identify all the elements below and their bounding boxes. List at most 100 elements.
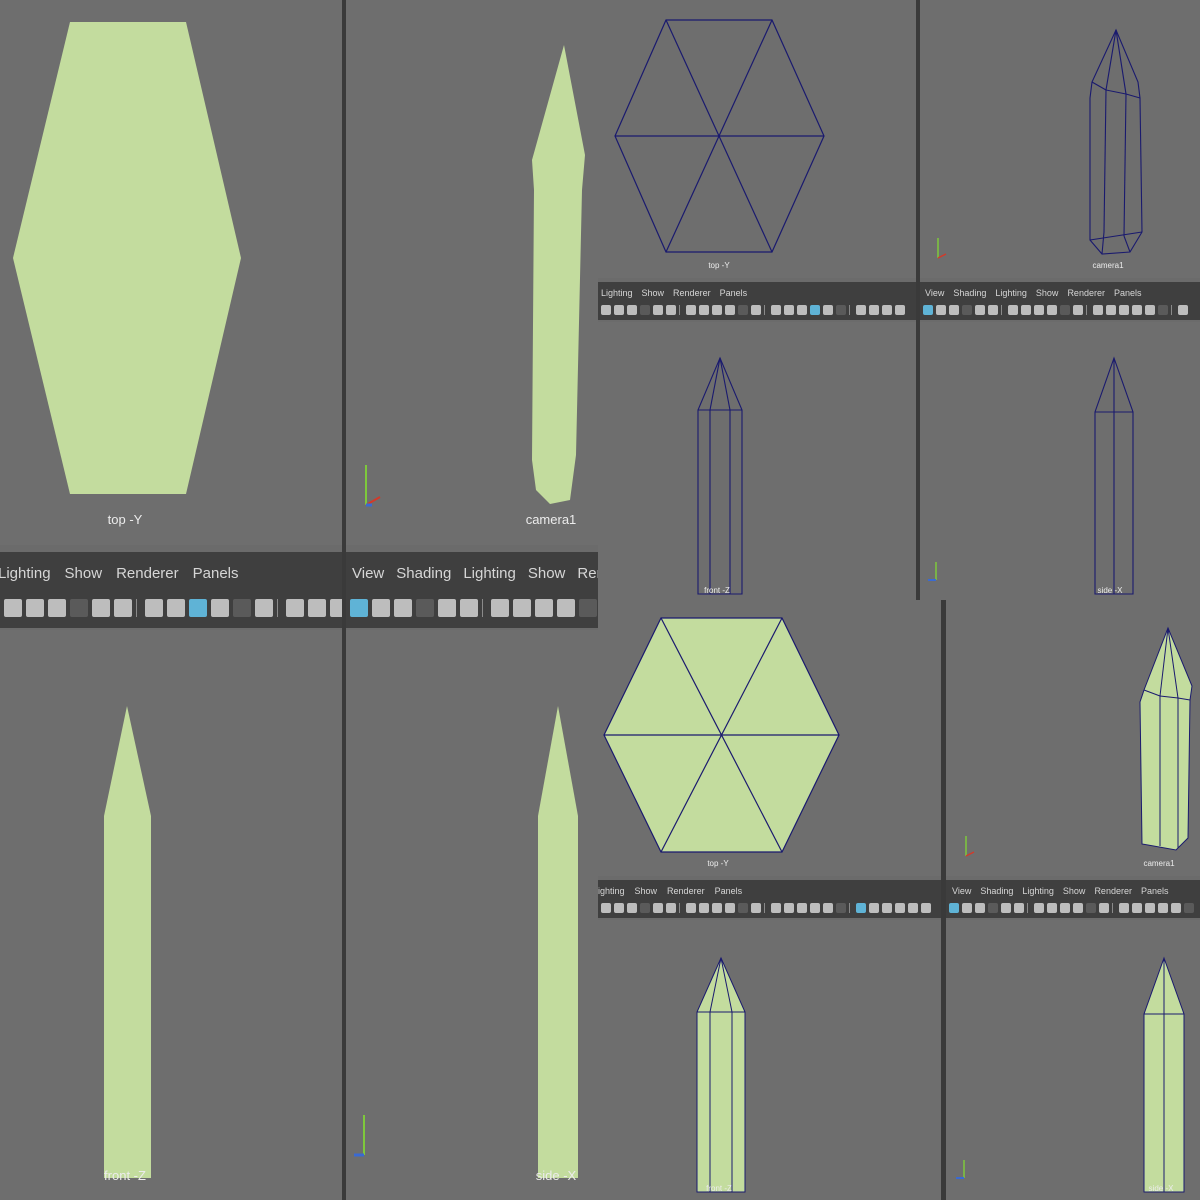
menu-lighting[interactable]: Lighting [601,288,633,298]
resolution-gate-icon[interactable] [686,305,696,315]
menu-shading[interactable]: Shading [953,288,986,298]
safe-area-icon[interactable] [699,305,709,315]
viewport-side-shaded-large[interactable]: side -X [346,630,598,1200]
smooth-shade-icon[interactable] [1073,903,1083,913]
grid-icon[interactable] [653,903,663,913]
lights-icon[interactable] [751,903,761,913]
viewport-front-shaded-large[interactable]: front -Z [0,630,342,1200]
resolution-gate-icon[interactable] [1034,903,1044,913]
xray-icon[interactable] [1132,305,1142,315]
menu-renderer[interactable]: Renderer [1094,886,1132,896]
textured-icon[interactable] [233,599,251,617]
camera-attr-icon[interactable] [936,305,946,315]
menu-view[interactable]: View [352,565,384,582]
xray-icon[interactable] [810,903,820,913]
film-gate-icon[interactable] [666,305,676,315]
safe-area-icon[interactable] [1047,903,1057,913]
viewport-side-wireframe[interactable]: side -X [920,322,1200,600]
resolution-gate-icon[interactable] [145,599,163,617]
lights-icon[interactable] [751,305,761,315]
image-plane-icon[interactable] [869,903,879,913]
ambient-occlusion-icon[interactable] [1106,305,1116,315]
viewport-front-shaded-wire[interactable]: front -Z [598,920,941,1200]
grid-icon[interactable] [92,599,110,617]
menu-lighting[interactable]: Lighting [463,565,516,582]
resolution-gate-icon[interactable] [491,599,509,617]
smooth-shade-icon[interactable] [557,599,575,617]
image-plane-icon[interactable] [70,599,88,617]
camera-icon[interactable] [1145,305,1155,315]
wireframe-icon[interactable] [1060,903,1070,913]
image-plane-icon[interactable] [869,305,879,315]
isolate-icon[interactable] [797,903,807,913]
menu-renderer[interactable]: Renderer [667,886,705,896]
viewport-front-wireframe[interactable]: front -Z [598,322,916,600]
grid-icon[interactable] [1001,903,1011,913]
isolate-icon[interactable] [797,305,807,315]
menu-show[interactable]: Show [528,565,566,582]
wireframe-icon[interactable] [189,599,207,617]
bookmark-icon[interactable] [975,903,985,913]
ambient-occlusion-icon[interactable] [784,305,794,315]
menu-show[interactable]: Show [1036,288,1059,298]
lights-icon[interactable] [1073,305,1083,315]
safe-area-icon[interactable] [921,903,931,913]
camera-icon[interactable] [949,903,959,913]
lights-icon[interactable] [255,599,273,617]
film-gate-icon[interactable] [895,305,905,315]
menu-show[interactable]: Show [65,565,103,582]
safe-area-icon[interactable] [167,599,185,617]
image-plane-icon[interactable] [640,305,650,315]
textured-icon[interactable] [1086,903,1096,913]
menu-renderer[interactable]: Renderer [1067,288,1105,298]
ambient-occlusion-icon[interactable] [1132,903,1142,913]
film-gate-icon[interactable] [460,599,478,617]
wireframe-icon[interactable] [712,903,722,913]
menu-panels[interactable]: Panels [1114,288,1142,298]
camera-icon[interactable] [823,903,833,913]
camera-icon[interactable] [601,903,611,913]
camera-icon[interactable] [1171,903,1181,913]
shadows-icon[interactable] [771,305,781,315]
isolate-icon[interactable] [1145,903,1155,913]
camera-attr-icon[interactable] [26,599,44,617]
film-gate-icon[interactable] [1014,903,1024,913]
menu-show[interactable]: Show [635,886,658,896]
menu-view[interactable]: View [952,886,971,896]
smooth-shade-icon[interactable] [725,903,735,913]
camera-icon[interactable] [823,305,833,315]
textured-icon[interactable] [1060,305,1070,315]
safe-area-icon[interactable] [513,599,531,617]
menu-shading[interactable]: Shading [980,886,1013,896]
menu-show[interactable]: Show [642,288,665,298]
isolate-icon[interactable] [330,599,342,617]
menu-lighting[interactable]: Lighting [1022,886,1054,896]
grid-icon[interactable] [882,903,892,913]
textured-icon[interactable] [579,599,597,617]
menu-lighting[interactable]: Lighting [0,565,51,582]
bookmark-icon[interactable] [1178,305,1188,315]
menu-lighting[interactable]: ighting [598,886,625,896]
resolution-gate-icon[interactable] [908,903,918,913]
camera-attr-icon[interactable] [614,305,624,315]
menu-renderer[interactable]: Renderer [673,288,711,298]
film-gate-icon[interactable] [988,305,998,315]
isolate-icon[interactable] [1119,305,1129,315]
resolution-gate-icon[interactable] [686,903,696,913]
image-plane-icon[interactable] [988,903,998,913]
resolution-gate-icon[interactable] [1008,305,1018,315]
xray-icon[interactable] [810,305,820,315]
xray-icon[interactable] [1158,903,1168,913]
bookmark-icon[interactable] [856,305,866,315]
viewport-top-wireframe[interactable]: top -Y [598,0,916,278]
viewport-top-shaded-wire[interactable]: top -Y [598,600,941,876]
wireframe-icon[interactable] [535,599,553,617]
smooth-shade-icon[interactable] [211,599,229,617]
image-plane-icon[interactable] [416,599,434,617]
grid-icon[interactable] [975,305,985,315]
camera-attr-icon[interactable] [1158,305,1168,315]
bookmark-icon[interactable] [627,903,637,913]
bookmark-icon[interactable] [949,305,959,315]
shadows-icon[interactable] [1119,903,1129,913]
camera-attr-icon[interactable] [962,903,972,913]
